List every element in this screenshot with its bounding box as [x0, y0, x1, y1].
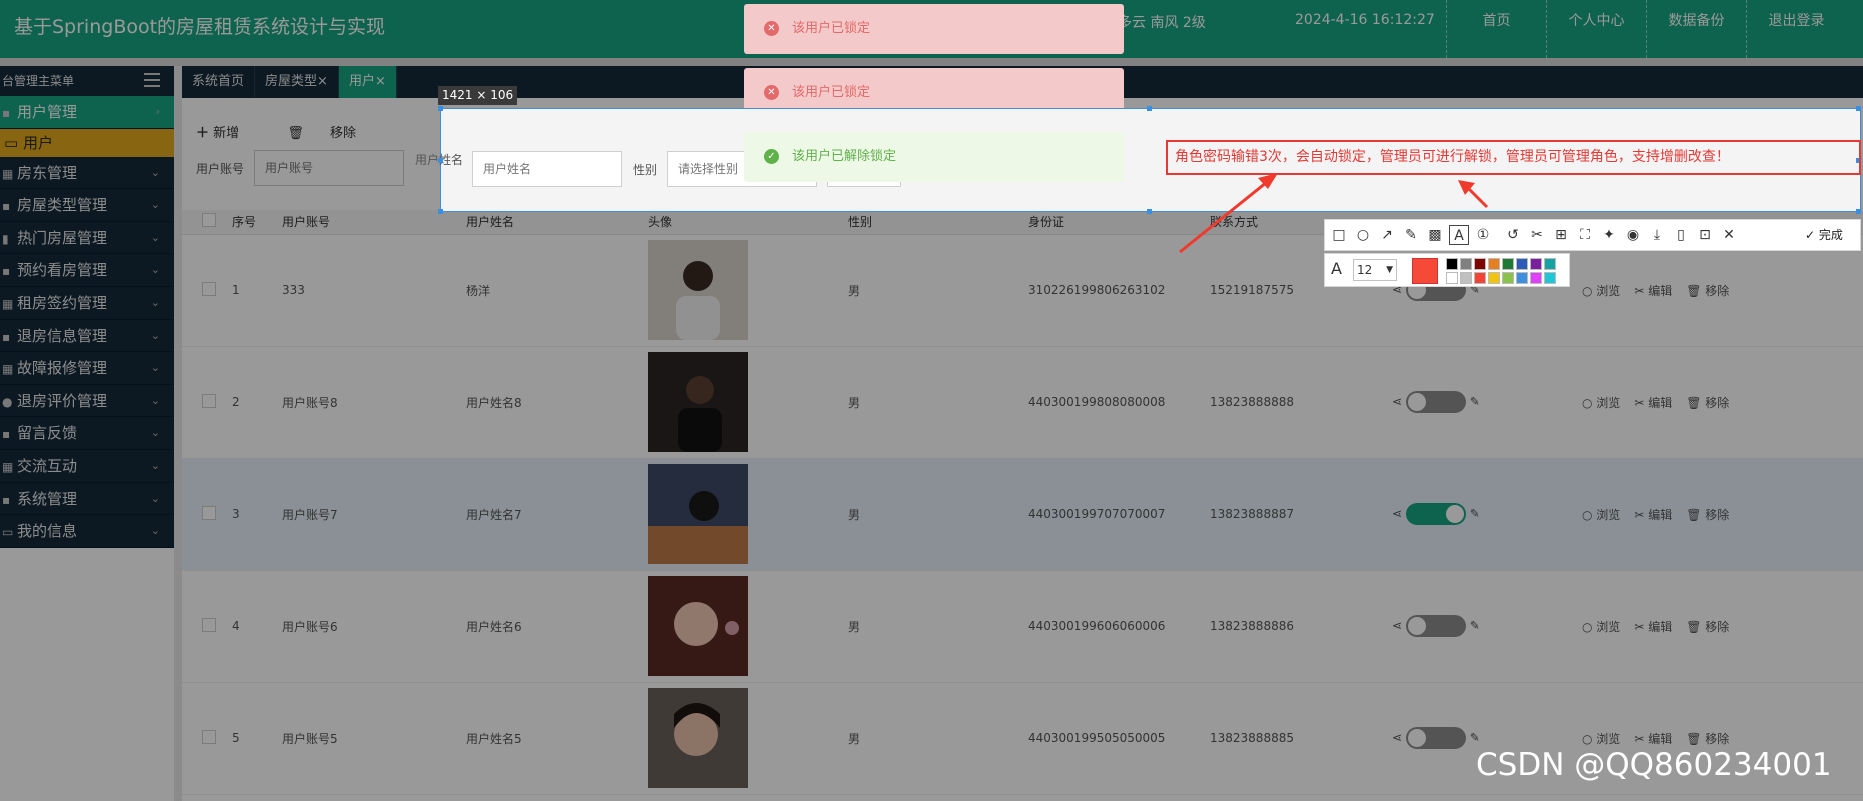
color-swatch[interactable]: [1460, 272, 1472, 284]
color-swatch[interactable]: [1544, 272, 1556, 284]
done-label: 完成: [1818, 228, 1843, 242]
pen-icon[interactable]: ✎: [1401, 225, 1421, 245]
color-swatch[interactable]: [1530, 272, 1542, 284]
ellipse-icon[interactable]: ○: [1353, 225, 1373, 245]
font-size-select[interactable]: 12 ▼: [1353, 259, 1397, 281]
color-swatch[interactable]: [1460, 258, 1472, 270]
font-size-value: 12: [1357, 263, 1373, 277]
number-icon[interactable]: ①: [1473, 225, 1493, 245]
mosaic-icon[interactable]: ▩: [1425, 225, 1445, 245]
close-icon[interactable]: ✕: [1719, 225, 1739, 245]
bookmark-icon[interactable]: ⊡: [1695, 225, 1715, 245]
watermark: CSDN @QQ860234001: [1476, 747, 1832, 783]
rectangle-icon[interactable]: □: [1329, 225, 1349, 245]
ocr-icon[interactable]: ⊞: [1551, 225, 1571, 245]
color-swatch[interactable]: [1516, 258, 1528, 270]
chevron-down-icon: ▼: [1386, 265, 1393, 275]
color-swatch[interactable]: [1502, 258, 1514, 270]
color-swatch[interactable]: [1474, 272, 1486, 284]
current-color-swatch[interactable]: [1412, 258, 1438, 284]
annotation-toolbar: □ ○ ↗ ✎ ▩ A ① ↺ ✂ ⊞ ⛶ ✦ ◉ ⤓ ▯ ⊡ ✕ ✓ 完成: [1324, 219, 1861, 251]
pin-icon[interactable]: ✦: [1599, 225, 1619, 245]
color-swatch[interactable]: [1488, 258, 1500, 270]
text-tool-icon[interactable]: A: [1449, 225, 1469, 245]
annotation-style-panel: A 12 ▼: [1324, 253, 1570, 287]
font-size-icon: A: [1331, 259, 1342, 278]
annotation-arrows: [1179, 173, 1489, 254]
color-swatch[interactable]: [1530, 258, 1542, 270]
color-swatch[interactable]: [1544, 258, 1556, 270]
download-icon[interactable]: ⤓: [1647, 225, 1667, 245]
phone-icon[interactable]: ▯: [1671, 225, 1691, 245]
color-swatch[interactable]: [1488, 272, 1500, 284]
record-icon[interactable]: ◉: [1623, 225, 1643, 245]
check-icon: ✓: [1805, 228, 1816, 242]
undo-icon[interactable]: ↺: [1503, 225, 1523, 245]
scan-icon[interactable]: ⛶: [1575, 225, 1595, 245]
arrow-icon[interactable]: ↗: [1377, 225, 1397, 245]
color-swatch[interactable]: [1516, 272, 1528, 284]
scissors-icon[interactable]: ✂: [1527, 225, 1547, 245]
done-button[interactable]: ✓ 完成: [1805, 226, 1843, 243]
color-swatch[interactable]: [1502, 272, 1514, 284]
color-swatch[interactable]: [1446, 272, 1458, 284]
color-swatch[interactable]: [1446, 258, 1458, 270]
arrow-line-left: [1179, 176, 1273, 254]
color-swatch[interactable]: [1474, 258, 1486, 270]
